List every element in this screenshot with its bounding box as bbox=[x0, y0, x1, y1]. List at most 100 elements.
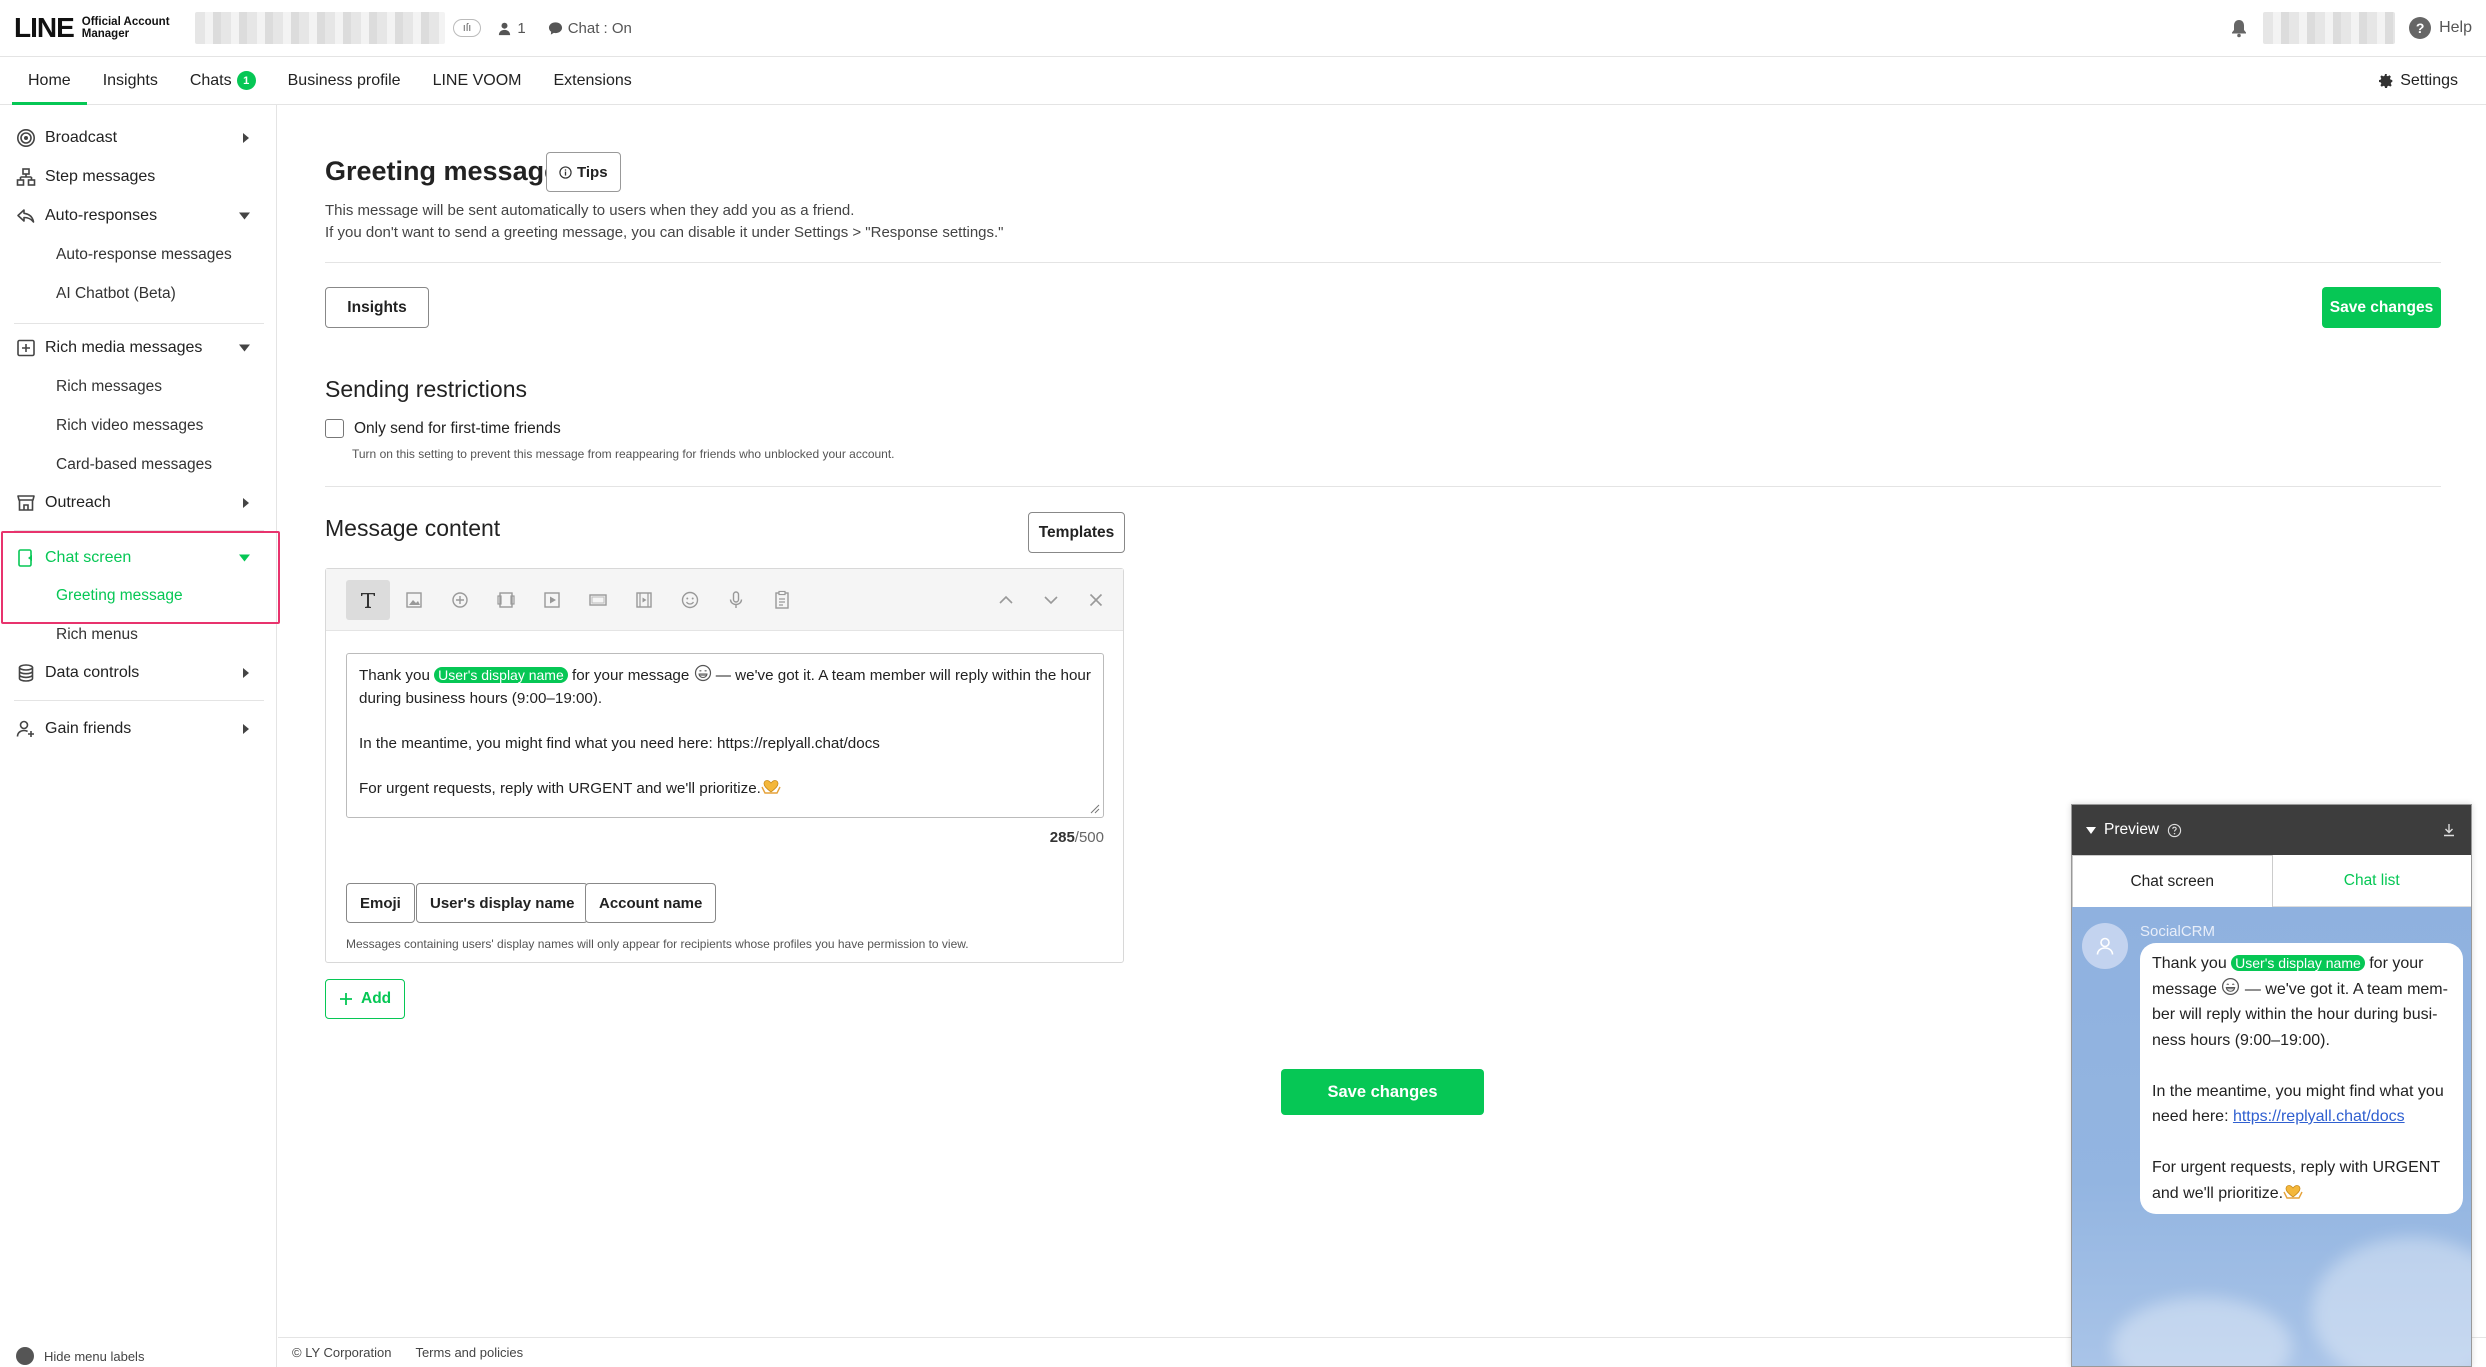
help-link[interactable]: ? Help bbox=[2409, 17, 2472, 39]
text-type-button[interactable] bbox=[346, 580, 390, 620]
preview-title: Preview bbox=[2104, 821, 2160, 838]
sidebar-item-label: Data controls bbox=[45, 664, 140, 681]
user-account-redacted[interactable] bbox=[2263, 12, 2396, 44]
sidebar-item-auto-responses[interactable]: Auto-responses bbox=[0, 198, 276, 234]
emoji-type-button[interactable] bbox=[668, 580, 712, 620]
preview-message-bubble: Thank you User's display name for your m… bbox=[2140, 943, 2463, 1214]
tab-insights[interactable]: Insights bbox=[87, 57, 174, 104]
delete-message-button[interactable] bbox=[1074, 580, 1118, 620]
bell-icon[interactable] bbox=[2229, 18, 2249, 38]
character-counter: 285/500 bbox=[826, 829, 1104, 846]
tab-business-profile[interactable]: Business profile bbox=[272, 57, 417, 104]
sidebar-item-greeting-message[interactable]: Greeting message bbox=[0, 579, 276, 613]
download-icon[interactable] bbox=[2441, 822, 2457, 838]
voice-type-button[interactable] bbox=[714, 580, 758, 620]
terms-link[interactable]: Terms and policies bbox=[415, 1345, 523, 1360]
move-up-button[interactable] bbox=[984, 580, 1028, 620]
line-oa-logo[interactable]: LINE Official Account Manager bbox=[14, 12, 177, 44]
chevron-right-icon bbox=[243, 724, 249, 734]
account-name-redacted[interactable] bbox=[194, 12, 445, 44]
sidebar-item-broadcast[interactable]: Broadcast bbox=[0, 120, 276, 156]
insert-emoji-button[interactable]: Emoji bbox=[346, 883, 415, 923]
tab-chats[interactable]: Chats 1 bbox=[174, 57, 272, 104]
preview-text: Thank you bbox=[2152, 955, 2232, 972]
sidebar-item-rich-video[interactable]: Rich video messages bbox=[0, 409, 276, 443]
chevron-down-icon bbox=[1044, 596, 1058, 605]
preview-line-1: Thank you User's display name for your m… bbox=[2152, 951, 2451, 1053]
templates-button[interactable]: Templates bbox=[1028, 512, 1125, 553]
char-max: /500 bbox=[1074, 829, 1104, 846]
page-title: Greeting message bbox=[325, 156, 560, 186]
flow-icon bbox=[16, 168, 36, 186]
save-changes-button-bottom[interactable]: Save changes bbox=[1281, 1069, 1484, 1115]
image-type-button[interactable] bbox=[392, 580, 436, 620]
background-cloud bbox=[2112, 1297, 2292, 1366]
message-text: for your message bbox=[567, 667, 694, 684]
sidebar-item-rich-messages[interactable]: Rich messages bbox=[0, 370, 276, 404]
docs-link[interactable]: https://replyall.chat/docs bbox=[2233, 1108, 2405, 1125]
coupon-type-button[interactable] bbox=[484, 580, 528, 620]
tab-line-voom[interactable]: LINE VOOM bbox=[417, 57, 538, 104]
friends-count-value: 1 bbox=[517, 19, 526, 37]
help-circle-icon[interactable] bbox=[2167, 823, 2182, 838]
sidebar-item-gain-friends[interactable]: Gain friends bbox=[0, 711, 276, 747]
rich-message-type-button[interactable] bbox=[576, 580, 620, 620]
tab-extensions[interactable]: Extensions bbox=[537, 57, 647, 104]
sidebar-item-label: Gain friends bbox=[45, 720, 132, 737]
sidebar-item-chat-screen[interactable]: Chat screen bbox=[0, 540, 276, 576]
plan-badge: ıſı bbox=[452, 19, 482, 37]
sidebar-item-auto-response-messages[interactable]: Auto-response messages bbox=[0, 238, 276, 272]
tab-chats-label: Chats bbox=[189, 71, 232, 89]
insert-account-name-button[interactable]: Account name bbox=[585, 883, 717, 923]
tab-home-label: Home bbox=[28, 71, 71, 89]
video-type-button[interactable] bbox=[530, 580, 574, 620]
person-outline-icon bbox=[2096, 937, 2114, 955]
insert-display-name-button[interactable]: User's display name bbox=[416, 883, 589, 923]
sidebar-divider bbox=[14, 530, 264, 531]
add-message-button[interactable]: Add bbox=[325, 979, 406, 1019]
insights-button[interactable]: Insights bbox=[325, 287, 429, 328]
chevron-down-icon bbox=[239, 212, 250, 220]
sidebar-item-card-based[interactable]: Card-based messages bbox=[0, 448, 276, 482]
preview-line-2: In the meantime, you might find what you… bbox=[2152, 1079, 2451, 1130]
first-time-friends-option[interactable]: Only send for first-time friends bbox=[325, 419, 561, 438]
first-time-friends-checkbox[interactable] bbox=[325, 419, 344, 438]
smile-icon bbox=[681, 591, 699, 609]
preview-panel: Preview Chat screen Chat list SocialCRM … bbox=[2071, 804, 2472, 1367]
sidebar-item-label: Chat screen bbox=[45, 549, 132, 566]
chat-status[interactable]: Chat : On bbox=[548, 20, 632, 37]
sticker-type-button[interactable] bbox=[438, 580, 482, 620]
sidebar-item-label: Outreach bbox=[45, 494, 111, 511]
rich-video-type-button[interactable] bbox=[622, 580, 666, 620]
sidebar-item-data-controls[interactable]: Data controls bbox=[0, 655, 276, 691]
preview-tab-chat-list[interactable]: Chat list bbox=[2272, 855, 2471, 907]
help-icon: ? bbox=[2409, 17, 2432, 39]
hide-menu-labels[interactable]: Hide menu labels bbox=[16, 1345, 144, 1367]
emoji-grin-icon bbox=[2221, 977, 2240, 996]
sidebar-item-step-messages[interactable]: Step messages bbox=[0, 159, 276, 195]
sidebar-item-outreach[interactable]: Outreach bbox=[0, 485, 276, 521]
tab-home[interactable]: Home bbox=[12, 57, 87, 105]
message-line-2: In the meantime, you might find what you… bbox=[359, 734, 880, 752]
tips-button[interactable]: Tips bbox=[546, 152, 621, 192]
save-changes-button-top[interactable]: Save changes bbox=[2322, 287, 2441, 328]
sidebar-item-ai-chatbot[interactable]: AI Chatbot (Beta) bbox=[0, 277, 276, 311]
sticker-icon bbox=[452, 592, 468, 608]
first-time-friends-label: Only send for first-time friends bbox=[354, 419, 561, 437]
chat-status-label: Chat : On bbox=[567, 19, 632, 37]
survey-type-button[interactable] bbox=[760, 580, 804, 620]
message-text: Thank you bbox=[359, 667, 435, 684]
page-description-2: If you don't want to send a greeting mes… bbox=[325, 224, 1004, 241]
preview-tab-chat-screen[interactable]: Chat screen bbox=[2072, 855, 2273, 907]
caret-down-icon bbox=[2086, 826, 2096, 834]
settings-link[interactable]: Settings bbox=[2378, 57, 2486, 104]
message-textarea[interactable]: Thank you User's display name for your m… bbox=[346, 653, 1104, 818]
message-text: For urgent requests, reply with URGENT a… bbox=[359, 779, 761, 797]
friends-count: 1 bbox=[497, 19, 526, 37]
preview-header[interactable]: Preview bbox=[2072, 805, 2471, 855]
sidebar-item-rich-menus[interactable]: Rich menus bbox=[0, 618, 276, 652]
sidebar-item-rich-media[interactable]: Rich media messages bbox=[0, 330, 276, 366]
sidebar-divider bbox=[14, 700, 264, 701]
move-down-button[interactable] bbox=[1029, 580, 1073, 620]
resize-handle-icon[interactable] bbox=[1090, 804, 1100, 814]
